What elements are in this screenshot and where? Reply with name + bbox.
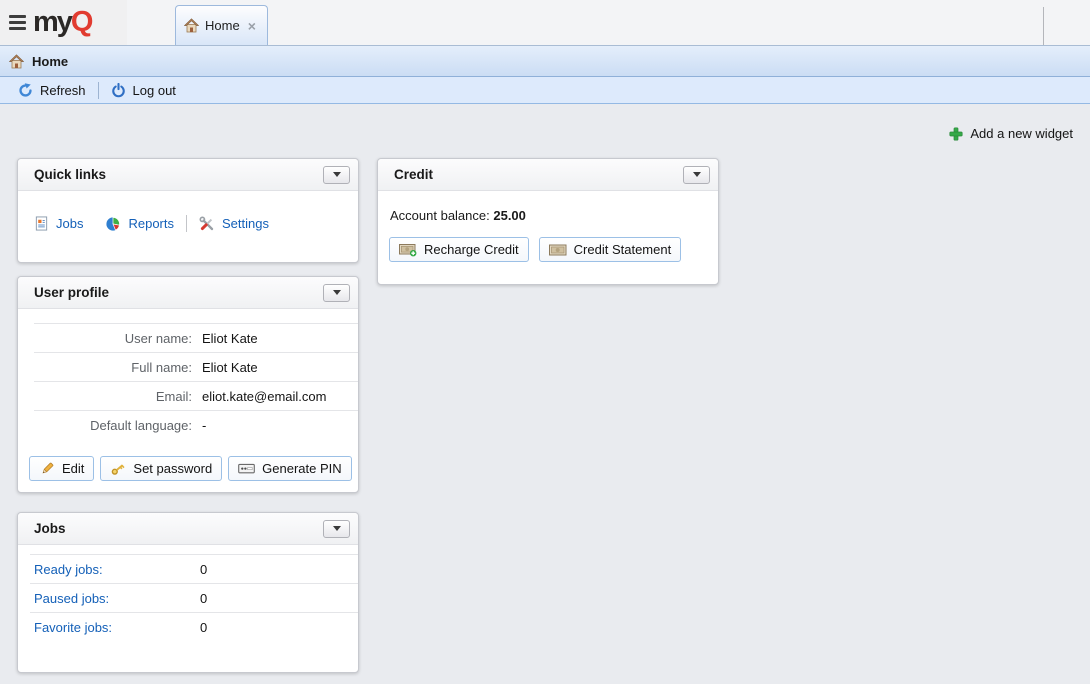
plus-icon [949,127,963,141]
page-title: Home [32,54,68,69]
widget-header: User profile [18,277,358,309]
quick-link-settings[interactable]: Settings [199,216,269,232]
widget-credit: Credit Account balance: 25.00 [377,158,719,285]
jobs-row-ready: Ready jobs: 0 [30,554,358,583]
quick-link-label: Settings [222,216,269,231]
main-menu-button[interactable]: myQ [0,0,127,45]
close-icon[interactable]: × [248,19,256,33]
quick-link-reports[interactable]: Reports [105,216,174,232]
widget-header: Credit [378,159,718,191]
row-label: Email: [34,389,192,404]
quick-link-label: Reports [128,216,174,231]
refresh-button[interactable]: Refresh [10,83,94,98]
widget-title: Jobs [34,521,66,536]
collapse-widget-button[interactable] [323,520,350,538]
top-bar: myQ Home × [0,0,1090,45]
toolbar-separator [98,82,99,99]
button-label: Generate PIN [262,461,342,476]
set-password-button[interactable]: Set password [100,456,222,481]
logout-label: Log out [133,83,176,98]
myq-logo: myQ [33,8,91,37]
row-value: Eliot Kate [202,331,258,346]
logout-button[interactable]: Log out [103,83,184,98]
row-value: eliot.kate@email.com [202,389,326,404]
home-icon [184,18,199,33]
profile-row-email: Email: eliot.kate@email.com [34,381,358,410]
widget-title: Quick links [34,167,106,182]
page-header: Home [0,45,1090,77]
refresh-label: Refresh [40,83,86,98]
home-icon [9,54,24,69]
profile-row-user-name: User name: Eliot Kate [34,323,358,352]
row-label: Full name: [34,360,192,375]
collapse-widget-button[interactable] [323,166,350,184]
button-label: Edit [62,461,84,476]
chevron-down-icon [693,172,701,177]
button-label: Recharge Credit [424,242,519,257]
widget-title: Credit [394,167,433,182]
add-widget-button[interactable]: Add a new widget [949,126,1073,141]
quick-links-row: Jobs Reports [18,191,358,232]
row-value: - [202,418,206,433]
account-balance-label: Account balance: [390,208,490,223]
row-label: Default language: [34,418,192,433]
quick-link-jobs[interactable]: Jobs [34,216,83,231]
tab-home[interactable]: Home × [175,5,268,45]
widget-title: User profile [34,285,109,300]
profile-row-default-language: Default language: - [34,410,358,439]
widget-user-profile: User profile User name: Eliot Kate Full … [17,276,359,493]
hamburger-menu-icon [9,15,26,30]
jobs-row-paused: Paused jobs: 0 [30,583,358,612]
logo-text-my: my [33,6,71,38]
account-balance-row: Account balance: 25.00 [378,191,718,223]
tab-label: Home [205,18,240,33]
jobs-document-icon [34,216,49,231]
chevron-down-icon [333,526,341,531]
button-label: Set password [133,461,212,476]
button-label: Credit Statement [574,242,672,257]
power-icon [111,83,126,98]
myq-web-app: myQ Home × Home [0,0,1090,684]
collapse-widget-button[interactable] [323,284,350,302]
row-value: 0 [200,562,207,577]
chevron-down-icon [333,172,341,177]
banknote-plus-icon [399,243,417,257]
widget-quick-links: Quick links Jobs [17,158,359,263]
widget-jobs: Jobs Ready jobs: 0 Paused jobs: 0 Favori… [17,512,359,673]
credit-statement-button[interactable]: Credit Statement [539,237,682,262]
logo-text-q: Q [71,6,92,38]
tools-icon [199,216,215,232]
paused-jobs-link[interactable]: Paused jobs: [34,591,200,606]
account-balance-value: 25.00 [493,208,526,223]
add-widget-label: Add a new widget [970,126,1073,141]
pin-pad-icon [238,462,255,475]
row-value: 0 [200,620,207,635]
row-label: User name: [34,331,192,346]
refresh-icon [18,83,33,98]
quick-link-label: Jobs [56,216,83,231]
ready-jobs-link[interactable]: Ready jobs: [34,562,200,577]
pencil-icon [39,461,55,477]
banknote-icon [549,243,567,257]
pie-chart-icon [105,216,121,232]
generate-pin-button[interactable]: Generate PIN [228,456,352,481]
edit-button[interactable]: Edit [29,456,94,481]
favorite-jobs-link[interactable]: Favorite jobs: [34,620,200,635]
widget-header: Jobs [18,513,358,545]
chevron-down-icon [333,290,341,295]
key-icon [110,461,126,477]
quick-links-separator [186,215,187,232]
jobs-row-favorite: Favorite jobs: 0 [30,612,358,641]
collapse-widget-button[interactable] [683,166,710,184]
row-value: 0 [200,591,207,606]
profile-row-full-name: Full name: Eliot Kate [34,352,358,381]
recharge-credit-button[interactable]: Recharge Credit [389,237,529,262]
row-value: Eliot Kate [202,360,258,375]
toolbar: Refresh Log out [0,77,1090,104]
widget-header: Quick links [18,159,358,191]
tabstrip-separator [1043,7,1044,45]
